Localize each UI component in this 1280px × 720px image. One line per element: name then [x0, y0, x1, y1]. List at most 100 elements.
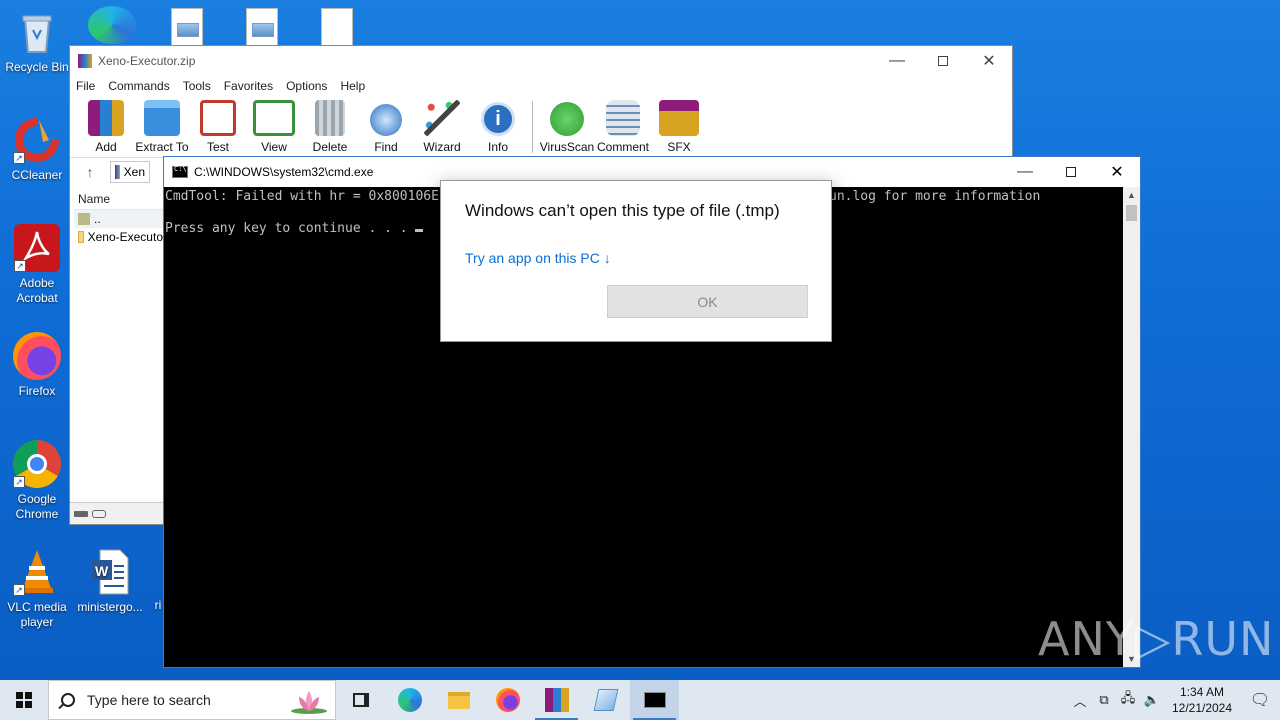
desktop-icon-edge[interactable] — [76, 6, 148, 48]
system-tray: ︿ ⧉ 🖧 🔈 1:34 AM 12/21/2024 🗨 — [1068, 680, 1280, 720]
key-icon — [92, 509, 106, 518]
volume-button[interactable]: 🔈 — [1140, 692, 1164, 708]
cmd-close-button[interactable]: ✕ — [1094, 157, 1140, 187]
toolbar-extract-to-button[interactable]: Extract To — [134, 100, 190, 157]
desktop-icon-label: CCleaner — [11, 168, 63, 182]
archive-small-icon — [115, 165, 120, 179]
toolbar-wizard-button[interactable]: Wizard — [414, 100, 470, 157]
try-app-link[interactable]: Try an app on this PC ↓ — [465, 250, 611, 266]
taskbar-edge[interactable] — [385, 680, 434, 720]
desktop-icon-label: Firefox — [18, 384, 56, 398]
sfx-box-icon — [659, 100, 699, 136]
word-document-icon: W — [86, 548, 134, 596]
start-button[interactable] — [0, 680, 48, 720]
address-field[interactable]: Xen — [110, 161, 150, 183]
toolbar-test-button[interactable]: Test — [190, 100, 246, 157]
shortcut-arrow-icon: ↗ — [14, 260, 26, 272]
file-name: Xeno-Executo — [87, 230, 163, 244]
desktop-icon-firefox[interactable]: Firefox — [1, 332, 73, 399]
toolbar-comment-button[interactable]: Comment — [595, 100, 651, 157]
cmd-app-icon — [172, 165, 188, 178]
desktop-icon-recycle-bin[interactable]: Recycle Bin — [1, 8, 73, 75]
network-button[interactable]: 🖧 — [1116, 689, 1140, 711]
menu-help[interactable]: Help — [340, 79, 365, 93]
taskbar-clock[interactable]: 1:34 AM 12/21/2024 — [1164, 684, 1240, 716]
file-row-parent[interactable]: .. — [74, 210, 163, 228]
taskbar-notepad[interactable] — [581, 680, 630, 720]
firefox-icon — [495, 688, 520, 712]
scroll-up-icon[interactable]: ▲ — [1123, 187, 1140, 203]
taskbar-winrar[interactable] — [532, 680, 581, 720]
cmd-minimize-button[interactable]: — — [1002, 157, 1048, 187]
cmd-maximize-button[interactable] — [1048, 157, 1094, 187]
toolbar-info-button[interactable]: i Info — [470, 102, 526, 157]
winrar-menubar: File Commands Tools Favorites Options He… — [70, 76, 1012, 96]
maximize-icon — [938, 56, 948, 66]
taskbar-cmd[interactable] — [630, 680, 679, 720]
comment-icon — [606, 100, 640, 136]
firefox-icon — [13, 332, 61, 380]
up-one-level-button[interactable]: ↑ — [70, 164, 110, 180]
toolbar-add-button[interactable]: Add — [78, 100, 134, 157]
toolbar-delete-button[interactable]: Delete — [302, 100, 358, 157]
clock-time: 1:34 AM — [1179, 685, 1225, 699]
toolbar-find-button[interactable]: Find — [358, 104, 414, 157]
desktop-icon-adobe-acrobat[interactable]: ↗ Adobe Acrobat — [1, 224, 73, 306]
chevron-up-icon: ︿ — [1073, 693, 1087, 709]
chrome-icon: ↗ — [13, 440, 61, 488]
shortcut-arrow-icon: ↗ — [13, 476, 25, 488]
column-header-name[interactable]: Name — [74, 188, 163, 210]
search-placeholder: Type here to search — [87, 692, 211, 708]
task-view-button[interactable] — [336, 680, 385, 720]
toolbar-virusscan-button[interactable]: VirusScan — [539, 102, 595, 157]
maximize-button[interactable] — [920, 46, 966, 76]
console-line-error: CmdTool: Failed with hr = 0x800106E — [165, 189, 439, 204]
test-clipboard-icon — [200, 100, 236, 136]
show-hidden-icons-button[interactable]: ︿ — [1068, 691, 1092, 710]
dialog-message: Windows can’t open this type of file (.t… — [465, 201, 780, 220]
desktop-icon-label: Recycle Bin — [5, 60, 69, 74]
magnifier-icon — [370, 104, 402, 136]
taskbar-firefox[interactable] — [483, 680, 532, 720]
winrar-window-title: Xeno-Executor.zip — [98, 54, 196, 68]
menu-commands[interactable]: Commands — [108, 79, 169, 93]
desktop-icon-label: Google Chrome — [15, 492, 59, 521]
menu-file[interactable]: File — [76, 79, 95, 93]
winrar-titlebar[interactable]: Xeno-Executor.zip — ✕ — [70, 46, 1012, 76]
desktop-icon-ccleaner[interactable]: ↗ CCleaner — [1, 116, 73, 183]
file-row-folder[interactable]: Xeno-Executo — [74, 228, 163, 246]
taskbar-file-explorer[interactable] — [434, 680, 483, 720]
desktop-icon-google-chrome[interactable]: ↗ Google Chrome — [1, 440, 73, 522]
network-icon: 🖧 — [1120, 690, 1136, 705]
ccleaner-icon: ↗ — [13, 116, 61, 164]
winrar-app-icon — [78, 54, 92, 68]
minimize-button[interactable]: — — [874, 46, 920, 76]
winrar-statusbar — [70, 502, 164, 524]
notification-icon: 🗨 — [1249, 692, 1271, 709]
windows-logo-icon — [16, 692, 32, 708]
menu-options[interactable]: Options — [286, 79, 327, 93]
close-icon: ✕ — [982, 53, 996, 70]
desktop-file-blank-icon[interactable] — [321, 8, 353, 46]
toolbar-view-button[interactable]: View — [246, 100, 302, 157]
ok-button[interactable]: OK — [607, 285, 808, 318]
scroll-thumb[interactable] — [1126, 205, 1137, 221]
close-button[interactable]: ✕ — [966, 46, 1012, 76]
minimize-icon: — — [1017, 163, 1033, 180]
task-view-icon — [352, 693, 369, 707]
desktop-icon-label: Adobe Acrobat — [16, 276, 58, 305]
toolbar-separator — [532, 101, 533, 153]
notifications-button[interactable]: 🗨 — [1240, 690, 1280, 710]
svg-text:W: W — [95, 563, 109, 579]
taskbar-search-box[interactable]: Type here to search — [48, 680, 336, 720]
menu-tools[interactable]: Tools — [183, 79, 211, 93]
desktop-icon-vlc[interactable]: ↗ VLC media player — [1, 548, 73, 630]
toolbar-sfx-button[interactable]: SFX — [651, 100, 707, 157]
add-archive-icon — [88, 100, 124, 136]
desktop-file-image-icon[interactable] — [171, 8, 203, 46]
cmd-scrollbar[interactable]: ▲ ▼ — [1123, 187, 1140, 667]
winrar-toolbar: Add Extract To Test View Delete Find Wiz… — [70, 96, 1012, 158]
tray-app-button[interactable]: ⧉ — [1092, 692, 1116, 708]
menu-favorites[interactable]: Favorites — [224, 79, 273, 93]
desktop-file-image-icon[interactable] — [246, 8, 278, 46]
